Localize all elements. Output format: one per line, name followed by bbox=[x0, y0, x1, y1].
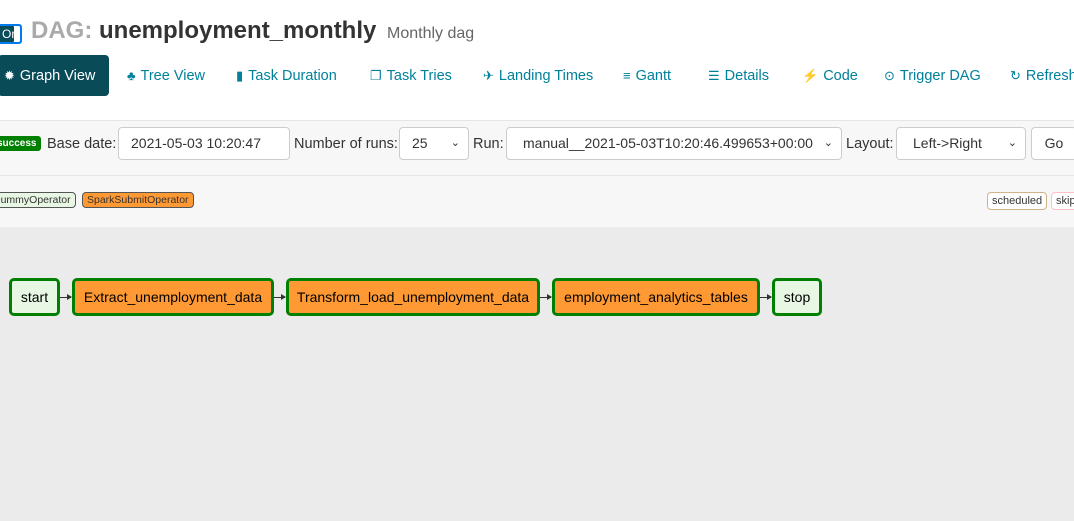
legend-bar: DummyOperator SparkSubmitOperator schedu… bbox=[0, 175, 1074, 228]
legend-operator-dummy[interactable]: DummyOperator bbox=[0, 192, 76, 208]
copy-icon: ❐ bbox=[370, 68, 382, 83]
tab-label: Task Duration bbox=[248, 68, 337, 84]
dag-id: unemployment_monthly bbox=[99, 17, 377, 44]
tab-label: Code bbox=[823, 68, 858, 84]
bolt-icon: ⚡ bbox=[802, 68, 819, 83]
edge-arrow bbox=[540, 294, 552, 300]
tab-label: Gantt bbox=[635, 68, 672, 84]
play-circle-icon: ⊙ bbox=[884, 68, 895, 83]
num-runs-value: 25 bbox=[412, 135, 428, 151]
base-date-value: 2021-05-03 10:20:47 bbox=[131, 135, 261, 151]
dag-description: Monthly dag bbox=[387, 25, 475, 42]
layout-select[interactable]: Left->Right ⌄ bbox=[896, 127, 1026, 160]
chevron-down-icon: ⌄ bbox=[823, 137, 833, 149]
align-left-icon: ≡ bbox=[623, 68, 631, 83]
tab-label: Task Tries bbox=[386, 68, 452, 84]
tab-label: Landing Times bbox=[498, 68, 594, 84]
run-label: Run: bbox=[473, 136, 504, 152]
edge-arrow bbox=[60, 294, 72, 300]
layout-label: Layout: bbox=[846, 136, 894, 152]
plane-icon: ✈ bbox=[483, 68, 494, 83]
tree-icon: ♣ bbox=[127, 68, 136, 83]
chevron-down-icon: ⌄ bbox=[450, 137, 460, 149]
refresh-icon: ↻ bbox=[1010, 68, 1021, 83]
legend-operator-spark-submit[interactable]: SparkSubmitOperator bbox=[82, 192, 194, 208]
tab-task-tries[interactable]: ❐ Task Tries bbox=[370, 55, 452, 96]
run-select[interactable]: manual__2021-05-03T10:20:46.499653+00:00… bbox=[506, 127, 842, 160]
task-node-employment-analytics[interactable]: employment_analytics_tables bbox=[552, 278, 760, 316]
tab-gantt[interactable]: ≡ Gantt bbox=[623, 55, 671, 96]
list-icon: ☰ bbox=[708, 68, 720, 83]
dag-graph-canvas[interactable]: start Extract_unemployment_data Transfor… bbox=[0, 227, 1074, 521]
legend-state-skipped[interactable]: skipped bbox=[1051, 192, 1074, 210]
num-runs-label: Number of runs: bbox=[294, 136, 398, 152]
graph-controls-form: success Base date: 2021-05-03 10:20:47 N… bbox=[0, 120, 1074, 176]
dag-nav-tabs: ✹ Graph View ♣ Tree View ▮ Task Duration ❐ T… bbox=[0, 55, 1074, 96]
dag-pause-toggle[interactable]: On bbox=[0, 24, 22, 44]
edge-arrow bbox=[274, 294, 286, 300]
tab-code[interactable]: ⚡ Code bbox=[802, 55, 858, 96]
tab-label: Trigger DAG bbox=[899, 68, 981, 84]
task-node-transform-load[interactable]: Transform_load_unemployment_data bbox=[286, 278, 540, 316]
base-date-label: Base date: bbox=[47, 136, 117, 152]
go-button[interactable]: Go bbox=[1031, 127, 1074, 160]
page-title: DAG: unemployment_monthly Monthly dag bbox=[31, 17, 474, 45]
base-date-input[interactable]: 2021-05-03 10:20:47 bbox=[118, 127, 290, 160]
tab-label: Graph View bbox=[19, 68, 96, 84]
tab-label: Tree View bbox=[140, 68, 206, 84]
gear-icon: ✹ bbox=[4, 68, 15, 83]
tab-landing-times[interactable]: ✈ Landing Times bbox=[483, 55, 593, 96]
toggle-label: On bbox=[2, 27, 19, 41]
tab-trigger-dag[interactable]: ⊙ Trigger DAG bbox=[884, 55, 981, 96]
num-runs-select[interactable]: 25 ⌄ bbox=[399, 127, 469, 160]
tab-label: Refresh bbox=[1025, 68, 1074, 84]
tab-details[interactable]: ☰ Details bbox=[708, 55, 769, 96]
tab-label: Details bbox=[724, 68, 769, 84]
bar-chart-icon: ▮ bbox=[236, 68, 244, 83]
tab-task-duration[interactable]: ▮ Task Duration bbox=[236, 55, 337, 96]
edge-arrow bbox=[760, 294, 772, 300]
tab-tree-view[interactable]: ♣ Tree View bbox=[127, 55, 205, 96]
task-node-extract[interactable]: Extract_unemployment_data bbox=[72, 278, 274, 316]
run-value: manual__2021-05-03T10:20:46.499653+00:00 bbox=[523, 135, 813, 151]
chevron-down-icon: ⌄ bbox=[1007, 137, 1017, 149]
tab-refresh[interactable]: ↻ Refresh bbox=[1010, 55, 1074, 96]
tab-graph-view[interactable]: ✹ Graph View bbox=[0, 55, 110, 96]
legend-state-scheduled[interactable]: scheduled bbox=[987, 192, 1048, 210]
status-badge: success bbox=[0, 136, 42, 151]
dag-prefix: DAG: bbox=[31, 17, 93, 44]
task-node-stop[interactable]: stop bbox=[772, 278, 822, 316]
layout-value: Left->Right bbox=[913, 135, 982, 151]
task-node-start[interactable]: start bbox=[9, 278, 60, 316]
